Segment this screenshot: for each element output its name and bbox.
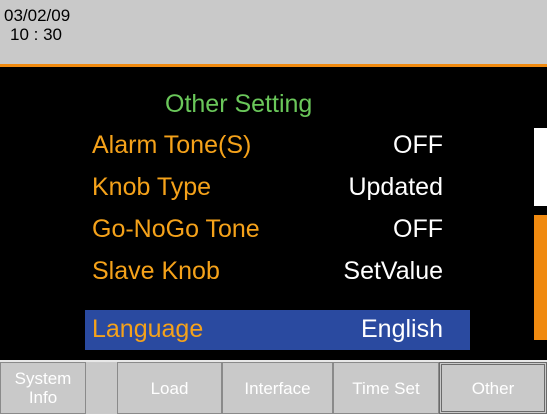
softkey-system-info[interactable]: System Info [0, 362, 86, 414]
setting-label: Language [92, 315, 204, 343]
softkey-label: Load [150, 378, 189, 398]
softkey-label: Info [28, 388, 58, 407]
time-display: 10 : 30 [10, 25, 62, 44]
setting-value: OFF [393, 131, 443, 159]
softkey-load[interactable]: Load [117, 362, 222, 414]
scrollbar-thumb[interactable] [534, 215, 547, 340]
setting-value: English [361, 315, 443, 343]
status-header: 03/02/09 10 : 30 [0, 0, 547, 67]
softkey-label: Time Set [352, 378, 420, 398]
softkey-other[interactable]: Other [439, 362, 547, 414]
setting-value: SetValue [343, 257, 443, 285]
setting-label: Alarm Tone(S) [92, 131, 252, 159]
setting-value: OFF [393, 215, 443, 243]
softkey-interface[interactable]: Interface [222, 362, 333, 414]
setting-row-slave-knob[interactable]: Slave Knob SetValue [85, 252, 470, 292]
softkey-label: System [14, 369, 72, 388]
setting-row-go-nogo-tone[interactable]: Go-NoGo Tone OFF [85, 210, 470, 250]
setting-label: Knob Type [92, 173, 212, 201]
softkey-label: Interface [244, 378, 311, 398]
softkey-bar: System Info Load Interface Time Set Othe… [0, 360, 547, 414]
setting-label: Go-NoGo Tone [92, 215, 260, 243]
scrollbar-track[interactable] [534, 128, 547, 206]
page-title: Other Setting [165, 90, 313, 118]
setting-value: Updated [348, 173, 443, 201]
setting-label: Slave Knob [92, 257, 220, 285]
setting-row-language[interactable]: Language English [85, 310, 470, 350]
softkey-time-set[interactable]: Time Set [333, 362, 439, 414]
setting-row-knob-type[interactable]: Knob Type Updated [85, 168, 470, 208]
date-display: 03/02/09 [4, 6, 71, 25]
softkey-label: Other [471, 378, 515, 398]
setting-row-alarm-tone[interactable]: Alarm Tone(S) OFF [85, 126, 470, 166]
